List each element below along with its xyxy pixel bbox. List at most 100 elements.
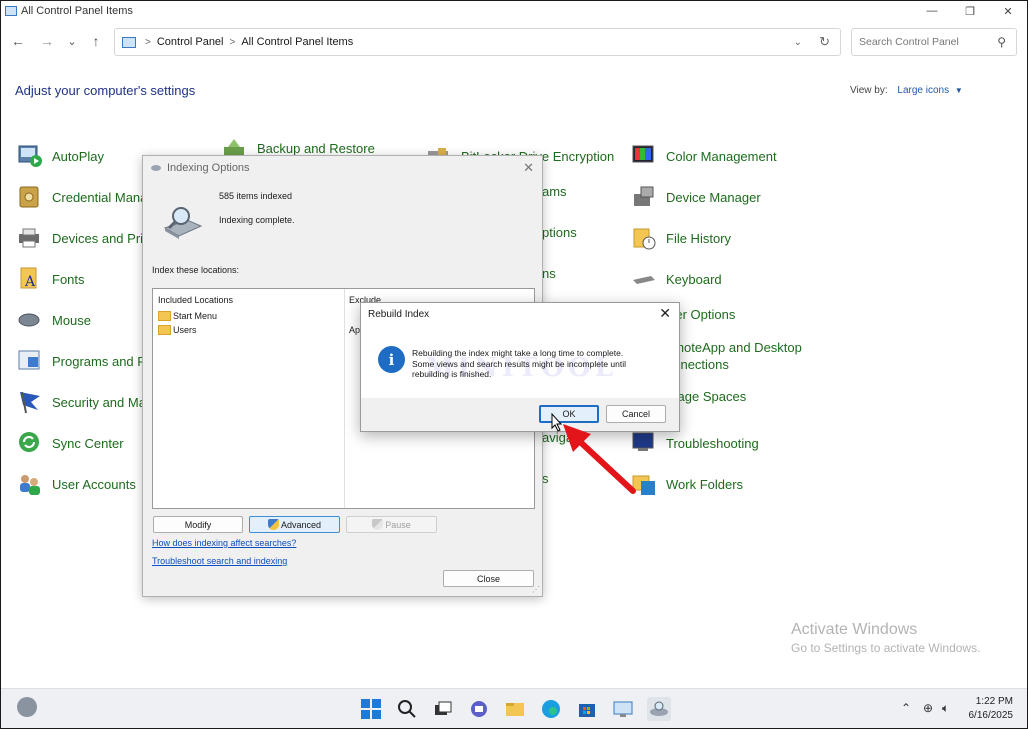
sync-icon [17, 430, 43, 456]
taskbar: ⌃ ⊕ 🔈︎ 1:22 PM 6/16/2025 [1, 688, 1027, 728]
list-item[interactable]: Users [158, 325, 197, 335]
fonts-icon: A [17, 266, 43, 292]
item-fonts[interactable]: A Fonts [17, 266, 85, 292]
item-keyboard[interactable]: Keyboard [631, 266, 722, 292]
navigation-bar: ← → ⌄ ↑ > Control Panel > All Control Pa… [1, 27, 1027, 57]
location-name: Start Menu [173, 311, 218, 321]
column-header-included[interactable]: Included Locations [158, 295, 233, 305]
refresh-icon[interactable]: ↻ [819, 34, 830, 50]
rebuild-message: Rebuilding the index might take a long t… [412, 348, 674, 380]
view-by-dropdown[interactable]: Large icons [897, 85, 949, 96]
item-label: Backup and Restore [257, 140, 375, 156]
chat-icon[interactable] [469, 699, 489, 719]
item-remoteapp[interactable]: emoteApp and Desktop [666, 340, 802, 355]
printer-icon [17, 225, 43, 251]
item-color-management[interactable]: Color Management [631, 143, 777, 169]
activate-title: Activate Windows [791, 621, 918, 638]
chevron-down-icon[interactable]: ⌄ [794, 37, 802, 48]
resize-grip-icon[interactable]: ⋰ [532, 585, 540, 594]
list-item[interactable]: Start Menu [158, 311, 217, 321]
modify-button[interactable]: Modify [153, 516, 243, 533]
control-panel-taskbar-icon[interactable] [613, 699, 633, 719]
network-icon[interactable]: ⊕ [923, 701, 933, 715]
locations-label: Index these locations: [152, 265, 240, 275]
back-arrow-icon[interactable]: ← [9, 32, 27, 50]
item-security-maintenance[interactable]: Security and Ma [17, 389, 146, 415]
item-user-accounts[interactable]: User Accounts [17, 471, 136, 497]
desktop-screen: All Control Panel Items — ❐ ✕ ← → ⌄ ↑ > … [0, 0, 1028, 729]
item-label: Credential Mana [52, 189, 148, 205]
item-label: ns [542, 266, 556, 281]
breadcrumb-separator: > [229, 36, 236, 48]
message-line: Rebuilding the index might take a long t… [412, 348, 624, 358]
breadcrumb-control-panel[interactable]: Control Panel [157, 36, 224, 48]
vault-icon [17, 184, 43, 210]
recent-locations-icon[interactable]: ⌄ [63, 32, 81, 50]
weather-icon[interactable] [17, 697, 37, 717]
search-icon[interactable] [397, 699, 417, 719]
close-dialog-button[interactable]: Close [443, 570, 534, 587]
clock[interactable]: 1:22 PM 6/16/2025 [969, 695, 1014, 723]
item-label: emoteApp and Desktop [666, 340, 802, 355]
file-explorer-icon[interactable] [505, 699, 525, 719]
item-file-history[interactable]: File History [631, 225, 731, 251]
column-divider [344, 289, 345, 508]
minimize-button[interactable]: — [913, 1, 951, 21]
breadcrumb-separator: > [145, 36, 151, 48]
dialog-title-bar: Indexing Options ✕ [143, 156, 542, 180]
item-autoplay[interactable]: AutoPlay [17, 143, 104, 169]
start-icon[interactable] [361, 699, 381, 719]
task-view-icon[interactable] [433, 699, 453, 719]
volume-icon[interactable]: 🔈︎ [942, 701, 949, 716]
item-sync-center[interactable]: Sync Center [17, 430, 124, 456]
search-icon[interactable]: ⚲ [997, 35, 1006, 49]
folder-icon [158, 311, 171, 321]
chevron-up-icon[interactable]: ⌃ [901, 701, 911, 715]
item-label: Devices and Prin [52, 230, 151, 246]
caret-down-icon[interactable]: ▼ [955, 86, 963, 95]
store-icon[interactable] [577, 699, 597, 719]
page-title: Adjust your computer's settings [15, 83, 196, 98]
forward-arrow-icon[interactable]: → [38, 32, 56, 50]
pause-button[interactable]: Pause [346, 516, 437, 533]
item-label: User Accounts [52, 476, 136, 492]
indexing-icon [150, 162, 162, 172]
item-credential-manager[interactable]: Credential Mana [17, 184, 147, 210]
close-label: Close [476, 573, 500, 584]
search-input[interactable]: Search Control Panel ⚲ [851, 28, 1017, 56]
advanced-button[interactable]: Advanced [249, 516, 340, 533]
item-label: ptions [542, 225, 577, 240]
item-label: Color Management [666, 148, 777, 164]
item-label: Keyboard [666, 271, 722, 287]
indexing-taskbar-icon[interactable] [647, 697, 671, 721]
breadcrumb-all-items[interactable]: All Control Panel Items [241, 36, 353, 48]
troubleshoot-link[interactable]: Troubleshoot search and indexing [152, 556, 287, 566]
maximize-button[interactable]: ❐ [951, 1, 989, 21]
keyboard-icon [631, 266, 657, 292]
window-title: All Control Panel Items [21, 5, 133, 17]
item-programs-features[interactable]: Programs and F [17, 348, 145, 374]
control-panel-icon [5, 6, 17, 16]
title-bar: All Control Panel Items — ❐ ✕ [1, 1, 1027, 21]
up-arrow-icon[interactable]: ↑ [87, 32, 105, 50]
message-line: rebuilding is finished. [412, 369, 492, 379]
how-indexing-affects-link[interactable]: How does indexing affect searches? [152, 538, 296, 548]
programs-icon [17, 348, 43, 374]
item-partial-options[interactable]: ptions [542, 225, 577, 240]
color-management-icon [631, 143, 657, 169]
item-device-manager[interactable]: Device Manager [631, 184, 761, 210]
item-partial-ams[interactable]: ams [542, 184, 567, 199]
close-button[interactable]: ✕ [989, 1, 1027, 21]
item-partial-ns[interactable]: ns [542, 266, 556, 281]
folder-icon [158, 325, 171, 335]
info-icon: i [378, 346, 405, 373]
address-bar[interactable]: > Control Panel > All Control Panel Item… [114, 28, 841, 56]
edge-icon[interactable] [541, 699, 561, 719]
item-label: Sync Center [52, 435, 124, 451]
item-mouse[interactable]: Mouse [17, 307, 91, 333]
item-label: Mouse [52, 312, 92, 328]
close-icon[interactable]: ✕ [659, 305, 671, 322]
close-icon[interactable]: ✕ [523, 160, 534, 176]
item-label: AutoPlay [52, 148, 105, 164]
item-devices-printers[interactable]: Devices and Prin [17, 225, 150, 251]
